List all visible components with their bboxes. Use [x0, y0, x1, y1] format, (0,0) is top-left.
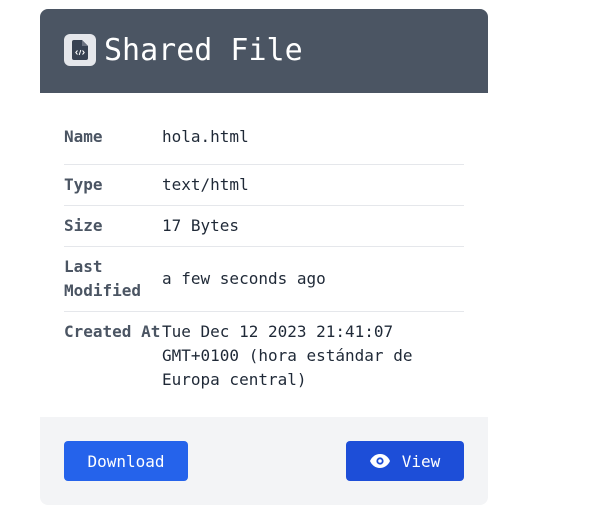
download-button[interactable]: Download [64, 441, 188, 481]
view-button[interactable]: View [346, 441, 464, 481]
detail-label: Size [64, 216, 103, 235]
view-button-label: View [401, 451, 441, 471]
detail-row-name: Name hola.html [64, 117, 464, 165]
detail-value: 17 Bytes [162, 216, 240, 235]
detail-value: a few seconds ago [162, 269, 326, 288]
detail-value: text/html [162, 175, 249, 194]
eye-icon [369, 454, 390, 468]
shared-file-card: Shared File Name hola.html Type text/htm… [40, 9, 488, 505]
page-title: Shared File [104, 33, 303, 68]
detail-label: Created At [64, 322, 161, 341]
detail-value: Tue Dec 12 2023 21:41:07 GMT+0100 (hora … [162, 322, 413, 389]
detail-row-size: Size 17 Bytes [64, 206, 464, 247]
detail-row-created-at: Created At Tue Dec 12 2023 21:41:07 GMT+… [64, 312, 464, 402]
detail-label: Name [64, 127, 103, 146]
download-button-label: Download [87, 451, 165, 471]
detail-row-type: Type text/html [64, 165, 464, 206]
file-details: Name hola.html Type text/html Size 17 By… [64, 117, 464, 402]
detail-label: Last Modified [64, 257, 142, 300]
detail-label: Type [64, 175, 103, 194]
detail-value: hola.html [162, 127, 249, 146]
card-footer: Download View [40, 417, 488, 505]
file-code-icon [64, 34, 96, 66]
detail-row-last-modified: Last Modified a few seconds ago [64, 247, 464, 312]
card-header: Shared File [40, 9, 488, 93]
